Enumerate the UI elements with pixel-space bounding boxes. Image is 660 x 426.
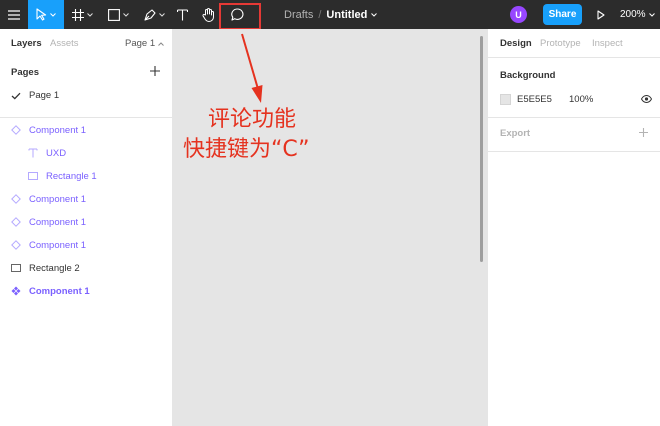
rectangle-icon	[28, 171, 38, 181]
layer-item-label: Component 1	[29, 193, 87, 205]
main-menu-button[interactable]	[0, 0, 28, 29]
drafts-link[interactable]: Drafts	[284, 9, 313, 21]
annotation-arrow	[241, 33, 263, 103]
chevron-down-icon	[158, 12, 165, 17]
main-component-icon	[11, 286, 21, 296]
background-heading: Background	[500, 70, 556, 81]
page-selector-label: Page 1	[125, 38, 156, 49]
file-title: Drafts / Untitled	[284, 0, 378, 29]
layer-item[interactable]: Rectangle 1	[28, 166, 97, 186]
page-item-label: Page 1	[29, 90, 60, 101]
chevron-down-icon	[122, 12, 129, 17]
divider	[488, 57, 660, 58]
layer-item[interactable]: Rectangle 2	[11, 258, 80, 278]
export-heading: Export	[500, 128, 531, 139]
chevron-down-icon	[50, 12, 56, 17]
canvas-scrollbar[interactable]	[480, 36, 483, 262]
share-button[interactable]: Share	[543, 4, 582, 25]
chevron-down-icon[interactable]	[371, 12, 378, 17]
text-icon	[28, 148, 38, 158]
layer-item[interactable]: Component 1	[11, 235, 86, 255]
comment-tool-highlight	[219, 3, 261, 30]
tab-assets[interactable]: Assets	[50, 38, 79, 49]
zoom-dropdown[interactable]: 200%	[620, 0, 655, 29]
hand-icon	[201, 7, 214, 22]
layer-item-label: Component 1	[29, 124, 87, 136]
check-icon	[11, 92, 21, 100]
rectangle-icon	[107, 8, 120, 21]
background-hex-input[interactable]: E5E5E5	[517, 94, 569, 105]
layer-item-label: UXD	[46, 147, 67, 159]
menu-icon	[8, 9, 20, 20]
annotation-line-2: 快捷键为“C”	[183, 137, 310, 162]
right-panel-tabs: Design Prototype Inspect	[488, 29, 660, 56]
pen-icon	[143, 8, 156, 21]
shape-tool-button[interactable]	[100, 0, 136, 29]
page-item[interactable]: Page 1	[11, 90, 59, 101]
layer-item[interactable]: Component 1	[11, 120, 86, 140]
chevron-down-icon	[86, 12, 93, 17]
left-panel-tabs: Layers Assets Page 1	[0, 29, 172, 56]
background-fill-row: E5E5E5 100%	[500, 93, 652, 105]
move-tool-button[interactable]	[28, 0, 64, 29]
background-opacity-input[interactable]: 100%	[569, 94, 639, 105]
layer-item-label: Component 1	[29, 239, 87, 251]
play-icon	[597, 9, 605, 20]
annotation-line-1: 评论功能	[208, 107, 297, 132]
avatar[interactable]: U	[510, 6, 527, 23]
tab-design[interactable]: Design	[500, 38, 532, 49]
move-icon	[36, 8, 47, 21]
layer-item[interactable]: Component 1	[11, 212, 86, 232]
tab-prototype[interactable]: Prototype	[540, 38, 581, 49]
design-panel: Design Prototype Inspect Background E5E5…	[487, 29, 660, 426]
frame-tool-button[interactable]	[64, 0, 100, 29]
add-export-icon[interactable]	[638, 127, 649, 138]
hand-tool-button[interactable]	[196, 0, 220, 29]
zoom-value: 200%	[620, 9, 646, 20]
layer-item[interactable]: UXD	[28, 143, 66, 163]
component-icon	[11, 217, 21, 227]
text-tool-button[interactable]	[172, 0, 192, 29]
component-icon	[11, 240, 21, 250]
frame-icon	[71, 8, 84, 21]
chevron-up-icon	[158, 41, 164, 46]
layer-item-selected[interactable]: Component 1	[11, 281, 90, 301]
rectangle-icon	[11, 263, 21, 273]
page-selector[interactable]: Page 1	[125, 38, 164, 49]
pages-heading: Pages	[11, 67, 39, 78]
eye-icon[interactable]	[641, 95, 652, 103]
pen-tool-button[interactable]	[136, 0, 172, 29]
toolbar: Drafts / Untitled U Share 200%	[0, 0, 660, 30]
layer-item[interactable]: Component 1	[11, 189, 86, 209]
divider	[488, 151, 660, 152]
breadcrumb-separator: /	[318, 8, 322, 21]
file-name[interactable]: Untitled	[326, 9, 367, 21]
canvas[interactable]	[173, 29, 487, 426]
layer-item-label: Rectangle 2	[29, 262, 80, 274]
layer-item-label: Component 1	[29, 216, 87, 228]
component-icon	[11, 125, 21, 135]
divider	[0, 117, 172, 118]
layer-item-label: Component 1	[29, 285, 90, 297]
component-icon	[11, 194, 21, 204]
layers-panel: Layers Assets Page 1 Pages Page 1 Compon…	[0, 29, 173, 426]
tab-inspect[interactable]: Inspect	[592, 38, 623, 49]
text-icon	[176, 8, 188, 20]
divider	[488, 117, 660, 118]
chevron-down-icon	[648, 12, 655, 17]
add-page-icon[interactable]	[149, 65, 161, 77]
color-swatch[interactable]	[500, 93, 511, 105]
tab-layers[interactable]: Layers	[11, 38, 42, 49]
present-button[interactable]	[593, 0, 609, 29]
layer-item-label: Rectangle 1	[46, 170, 97, 182]
